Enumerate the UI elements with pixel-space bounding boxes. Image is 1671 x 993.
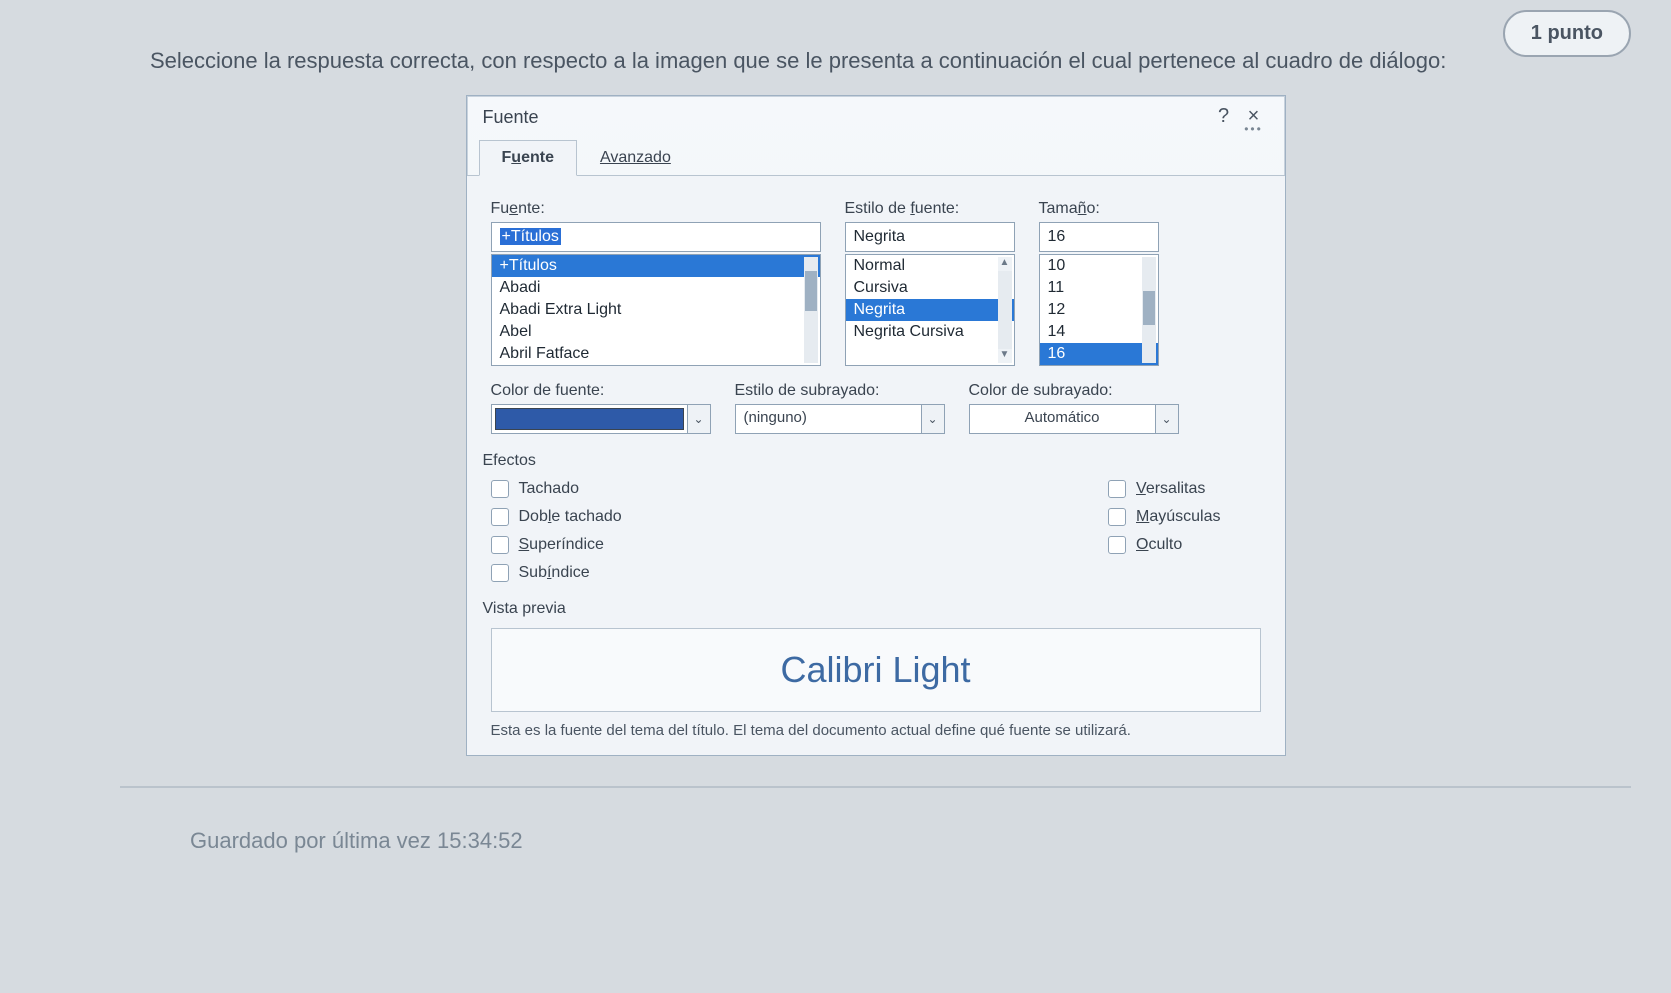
- scroll-down-icon[interactable]: ▼: [998, 349, 1012, 363]
- list-item[interactable]: Abril Fatface: [492, 343, 820, 365]
- checkbox-superindice[interactable]: Superíndice: [491, 536, 622, 554]
- chevron-down-icon: ⌄: [693, 412, 703, 426]
- font-input-value: +Títulos: [500, 228, 561, 245]
- font-input[interactable]: +Títulos: [491, 222, 821, 252]
- font-color-label: Color de fuente:: [491, 382, 711, 400]
- font-listbox[interactable]: +Títulos Abadi Abadi Extra Light Abel Ab…: [491, 254, 821, 366]
- dialog-title: Fuente: [483, 107, 1209, 128]
- chevron-down-icon: ⌄: [927, 412, 937, 426]
- style-list-scrollbar[interactable]: ▲ ▼: [998, 257, 1012, 363]
- close-button[interactable]: × •••: [1239, 106, 1269, 130]
- underline-style-combo[interactable]: (ninguno) ⌄: [735, 404, 945, 434]
- preview-note: Esta es la fuente del tema del título. E…: [491, 722, 1261, 739]
- size-input[interactable]: 16: [1039, 222, 1159, 252]
- more-dots-icon: •••: [1244, 126, 1263, 132]
- list-item[interactable]: Abel: [492, 321, 820, 343]
- checkbox-doble-tachado[interactable]: Doble tachado: [491, 508, 622, 526]
- checkbox-label: Tachado: [519, 480, 580, 498]
- list-item[interactable]: +Títulos: [492, 255, 820, 277]
- scrollbar-thumb[interactable]: [1143, 291, 1155, 325]
- checkbox-oculto[interactable]: Oculto: [1108, 536, 1220, 554]
- list-item[interactable]: Negrita: [846, 299, 1014, 321]
- checkbox-label: Doble tachado: [519, 508, 622, 526]
- list-item[interactable]: 16: [1040, 343, 1158, 365]
- size-label: Tamaño:: [1039, 200, 1159, 218]
- help-button[interactable]: ?: [1209, 106, 1239, 130]
- points-pill: 1 punto: [1503, 10, 1631, 57]
- tab-avanzado[interactable]: Avanzado: [577, 140, 694, 176]
- underline-color-combo[interactable]: Automático ⌄: [969, 404, 1179, 434]
- chevron-down-icon: ⌄: [1161, 412, 1171, 426]
- list-item[interactable]: 14: [1040, 321, 1158, 343]
- style-input[interactable]: Negrita: [845, 222, 1015, 252]
- style-label: Estilo de fuente:: [845, 200, 1015, 218]
- underline-style-value: (ninguno): [735, 404, 921, 434]
- scroll-up-icon[interactable]: ▲: [998, 257, 1012, 271]
- list-item[interactable]: Negrita Cursiva: [846, 321, 1014, 343]
- checkbox-subindice[interactable]: Subíndice: [491, 564, 622, 582]
- checkbox-label: Oculto: [1136, 536, 1182, 554]
- scrollbar-thumb[interactable]: [805, 271, 817, 311]
- tab-panel-fuente: Fuente: +Títulos +Títulos Abadi Abadi Ex…: [467, 175, 1285, 755]
- checkbox-box: [491, 480, 509, 498]
- question-text: Seleccione la respuesta correcta, con re…: [150, 46, 1631, 77]
- list-item[interactable]: Normal: [846, 255, 1014, 277]
- checkbox-box: [1108, 480, 1126, 498]
- underline-color-value: Automático: [969, 404, 1155, 434]
- checkbox-tachado[interactable]: Tachado: [491, 480, 622, 498]
- font-dialog: Fuente ? × ••• Fuente Avanzado: [466, 95, 1286, 756]
- dropdown-button[interactable]: ⌄: [921, 404, 945, 434]
- checkbox-versalitas[interactable]: Versalitas: [1108, 480, 1220, 498]
- dialog-titlebar: Fuente ? × •••: [467, 96, 1285, 134]
- checkbox-box: [1108, 508, 1126, 526]
- list-item[interactable]: 12: [1040, 299, 1158, 321]
- checkbox-box: [1108, 536, 1126, 554]
- font-color-value: [491, 404, 687, 434]
- dropdown-button[interactable]: ⌄: [1155, 404, 1179, 434]
- list-item[interactable]: 10: [1040, 255, 1158, 277]
- preview-box: Calibri Light: [491, 628, 1261, 712]
- checkbox-box: [491, 508, 509, 526]
- list-item[interactable]: Abadi: [492, 277, 820, 299]
- divider: [120, 786, 1631, 788]
- tab-fuente[interactable]: Fuente: [479, 140, 577, 176]
- effects-title: Efectos: [483, 452, 1261, 470]
- dropdown-button[interactable]: ⌄: [687, 404, 711, 434]
- underline-style-label: Estilo de subrayado:: [735, 382, 945, 400]
- list-item[interactable]: Abadi Extra Light: [492, 299, 820, 321]
- preview-title: Vista previa: [483, 600, 1261, 618]
- checkbox-label: Superíndice: [519, 536, 604, 554]
- size-listbox[interactable]: 10 11 12 14 16: [1039, 254, 1159, 366]
- size-list-scrollbar[interactable]: [1142, 257, 1156, 363]
- checkbox-label: Mayúsculas: [1136, 508, 1220, 526]
- style-listbox[interactable]: Normal Cursiva Negrita Negrita Cursiva ▲…: [845, 254, 1015, 366]
- saved-timestamp: Guardado por última vez 15:34:52: [190, 828, 1631, 854]
- checkbox-box: [491, 536, 509, 554]
- font-list-scrollbar[interactable]: [804, 257, 818, 363]
- list-item[interactable]: Cursiva: [846, 277, 1014, 299]
- checkbox-label: Versalitas: [1136, 480, 1205, 498]
- checkbox-label: Subíndice: [519, 564, 590, 582]
- list-item[interactable]: 11: [1040, 277, 1158, 299]
- dialog-tabs: Fuente Avanzado: [479, 140, 1285, 176]
- checkbox-mayusculas[interactable]: Mayúsculas: [1108, 508, 1220, 526]
- font-color-combo[interactable]: ⌄: [491, 404, 711, 434]
- tab-avanzado-label: Avanzado: [600, 149, 671, 166]
- color-swatch: [495, 408, 684, 430]
- underline-color-label: Color de subrayado:: [969, 382, 1179, 400]
- font-label: Fuente:: [491, 200, 821, 218]
- tab-fuente-label: Fuente: [502, 149, 554, 166]
- checkbox-box: [491, 564, 509, 582]
